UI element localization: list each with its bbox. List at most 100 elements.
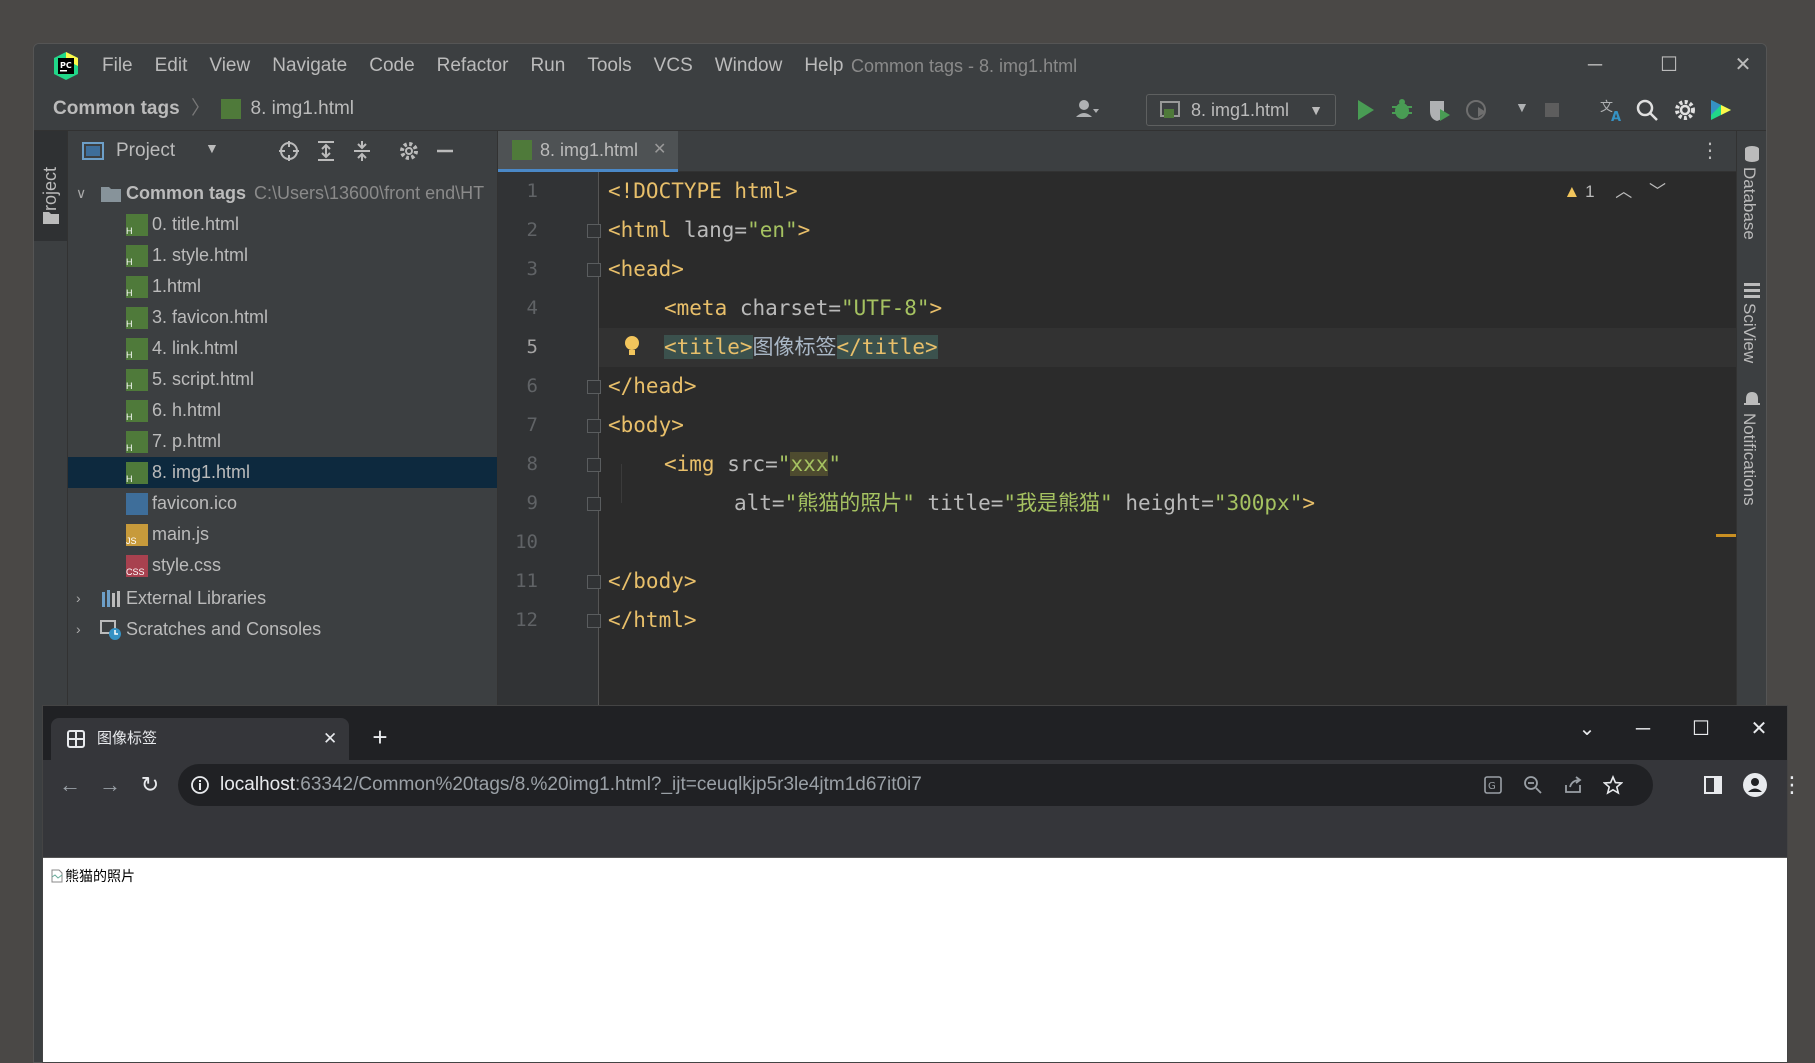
new-tab-button[interactable]: + — [365, 722, 395, 752]
address-bar[interactable]: localhost:63342/Common%20tags/8.%20img1.… — [178, 764, 1653, 806]
search-icon[interactable] — [1634, 97, 1660, 123]
coverage-icon[interactable] — [1426, 97, 1452, 123]
chevron-down-icon[interactable]: ﹀ — [1649, 182, 1666, 201]
tree-file-item[interactable]: H 1. style.html — [68, 240, 497, 271]
user-dropdown-icon[interactable] — [1074, 97, 1100, 123]
sciview-tab[interactable]: SciView — [1739, 303, 1759, 363]
close-button[interactable]: ✕ — [1728, 50, 1758, 80]
tree-file-item[interactable]: H 6. h.html — [68, 395, 497, 426]
menu-navigate[interactable]: Navigate — [272, 44, 347, 88]
tree-root-folder[interactable]: ∨ Common tags C:\Users\13600\front end\HT — [68, 178, 497, 209]
menu-window[interactable]: Window — [715, 44, 783, 88]
settings-gear-icon[interactable] — [1672, 97, 1698, 123]
close-tab-icon[interactable]: ✕ — [653, 131, 666, 169]
browser-tab[interactable]: 图像标签 ✕ — [51, 718, 349, 760]
tree-file-item[interactable]: H 8. img1.html — [68, 457, 497, 488]
tree-file-item[interactable]: CSS style.css — [68, 550, 497, 581]
browser-menu-icon[interactable]: ⋮ — [1779, 772, 1805, 798]
fold-marker-icon[interactable] — [587, 263, 601, 277]
menu-edit[interactable]: Edit — [155, 44, 188, 88]
database-tab[interactable]: Database — [1739, 167, 1759, 240]
breadcrumb-file[interactable]: 8. img1.html — [251, 98, 354, 119]
root-folder-name: Common tags — [126, 183, 247, 203]
info-icon[interactable] — [190, 775, 210, 795]
tree-file-item[interactable]: H 0. title.html — [68, 209, 497, 240]
notifications-tab[interactable]: Notifications — [1739, 413, 1759, 506]
file-name: 3. favicon.html — [152, 307, 269, 327]
translate-icon[interactable]: 文A — [1599, 97, 1625, 123]
profile-icon[interactable] — [1464, 97, 1490, 123]
tree-file-item[interactable]: JS main.js — [68, 519, 497, 550]
chevron-down-icon[interactable]: ∨ — [76, 178, 92, 209]
maximize-button[interactable]: ☐ — [1685, 714, 1717, 744]
inspection-widget[interactable]: ▲ 1 ︿ ﹀ — [1564, 180, 1667, 204]
menu-vcs[interactable]: VCS — [654, 44, 693, 88]
menu-file[interactable]: File — [102, 44, 133, 88]
translate-icon[interactable]: G — [1483, 775, 1503, 795]
jetbrains-ai-icon[interactable] — [1708, 97, 1734, 123]
project-view-selector[interactable]: Project — [116, 131, 175, 171]
hide-panel-icon[interactable] — [433, 139, 457, 163]
share-icon[interactable] — [1563, 775, 1583, 795]
minimize-button[interactable]: ─ — [1580, 50, 1610, 80]
chevron-right-icon[interactable]: › — [76, 583, 92, 614]
html-file-icon: H — [126, 338, 148, 360]
menu-code[interactable]: Code — [369, 44, 414, 88]
warning-stripe-marker[interactable] — [1716, 534, 1736, 537]
minimize-button[interactable]: ─ — [1627, 714, 1659, 744]
close-button[interactable]: ✕ — [1743, 714, 1775, 744]
maximize-button[interactable]: ☐ — [1654, 50, 1684, 80]
fold-marker-icon[interactable] — [587, 458, 601, 472]
forward-arrow-icon[interactable]: → — [97, 772, 123, 798]
gear-icon[interactable] — [397, 139, 421, 163]
tree-file-item[interactable]: favicon.ico — [68, 488, 497, 519]
tree-file-item[interactable]: H 5. script.html — [68, 364, 497, 395]
editor-tab-img1[interactable]: 8. img1.html ✕ — [498, 131, 678, 172]
locate-file-icon[interactable] — [277, 139, 301, 163]
fold-marker-icon[interactable] — [587, 497, 601, 511]
project-tool-tab[interactable]: Project — [34, 131, 67, 241]
tree-file-item[interactable]: H 4. link.html — [68, 333, 497, 364]
more-options-icon[interactable]: ⋮ — [1700, 138, 1720, 163]
zoom-out-icon[interactable] — [1523, 775, 1543, 795]
chevron-right-icon[interactable]: › — [76, 614, 92, 645]
globe-favicon-icon — [67, 730, 85, 748]
tree-file-item[interactable]: H 1.html — [68, 271, 497, 302]
run-icon[interactable] — [1352, 97, 1378, 123]
bookmark-star-icon[interactable] — [1603, 775, 1623, 795]
fold-marker-icon[interactable] — [587, 419, 601, 433]
close-tab-icon[interactable]: ✕ — [323, 718, 337, 760]
tree-scratches[interactable]: › Scratches and Consoles — [68, 614, 497, 645]
menu-refactor[interactable]: Refactor — [437, 44, 509, 88]
tree-external-libraries[interactable]: › External Libraries — [68, 583, 497, 614]
chevron-down-icon[interactable]: ▼ — [1515, 99, 1529, 115]
expand-all-icon[interactable] — [314, 139, 338, 163]
tree-file-item[interactable]: H 3. favicon.html — [68, 302, 497, 333]
fold-marker-icon[interactable] — [587, 380, 601, 394]
back-arrow-icon[interactable]: ← — [57, 772, 83, 798]
chevron-down-icon[interactable]: ▼ — [205, 140, 219, 156]
menu-tools[interactable]: Tools — [587, 44, 631, 88]
reload-icon[interactable]: ↻ — [137, 772, 163, 798]
fold-marker-icon[interactable] — [587, 224, 601, 238]
fold-marker-icon[interactable] — [587, 575, 601, 589]
line-number: 3 — [526, 258, 538, 280]
debug-icon[interactable] — [1389, 97, 1415, 123]
run-configuration-select[interactable]: 8. img1.html ▼ — [1146, 94, 1336, 126]
code-line-2: <html lang="en"> — [608, 218, 811, 242]
fold-marker-icon[interactable] — [587, 614, 601, 628]
intention-bulb-icon[interactable] — [623, 334, 641, 358]
tree-file-item[interactable]: H 7. p.html — [68, 426, 497, 457]
profile-avatar-icon[interactable] — [1743, 773, 1767, 797]
menu-run[interactable]: Run — [530, 44, 565, 88]
menu-help[interactable]: Help — [804, 44, 843, 88]
breadcrumb-project[interactable]: Common tags — [53, 98, 180, 119]
side-panel-icon[interactable] — [1703, 775, 1723, 795]
menu-view[interactable]: View — [209, 44, 250, 88]
stop-icon[interactable] — [1539, 97, 1565, 123]
chevron-up-icon[interactable]: ︿ — [1615, 182, 1632, 201]
js-file-icon: JS — [126, 524, 148, 546]
tab-search-icon[interactable]: ⌄ — [1571, 714, 1603, 744]
collapse-all-icon[interactable] — [350, 139, 374, 163]
url-text[interactable]: localhost:63342/Common%20tags/8.%20img1.… — [220, 764, 922, 806]
